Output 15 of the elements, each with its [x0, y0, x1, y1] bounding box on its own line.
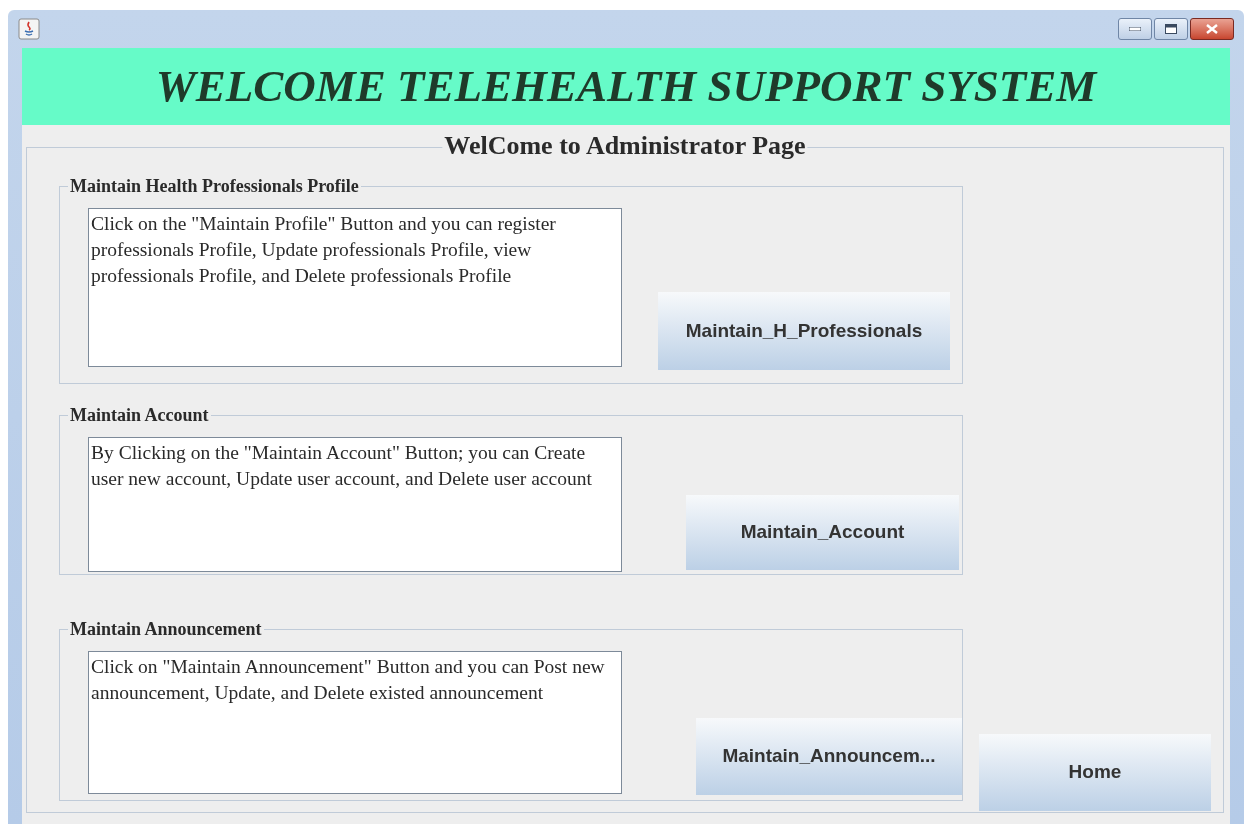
close-icon: [1206, 24, 1218, 34]
app-icon: [18, 18, 40, 40]
minimize-icon: [1129, 27, 1141, 31]
home-button[interactable]: Home: [979, 734, 1211, 811]
maintain-button[interactable]: Maintain_Announcem...: [696, 718, 962, 795]
minimize-button[interactable]: [1118, 18, 1152, 40]
close-button[interactable]: [1190, 18, 1234, 40]
maximize-button[interactable]: [1154, 18, 1188, 40]
maintain-button[interactable]: Maintain_Account: [686, 495, 959, 570]
description-area[interactable]: Click on "Maintain Announcement" Button and you can Post new announcement, Update, and Delete existed announcement: [88, 651, 622, 794]
description-area[interactable]: Click on the "Maintain Profile" Button and you can register professionals Profile, Update professionals Profile, view professionals Profile, and Delete professionals Profile: [88, 208, 622, 367]
maximize-icon: [1165, 24, 1177, 34]
banner-title: WELCOME TELEHEALTH SUPPORT SYSTEM: [22, 48, 1230, 125]
maintain-button[interactable]: Maintain_H_Professionals: [658, 292, 950, 370]
description-area[interactable]: By Clicking on the "Maintain Account" Button; you can Create user new account, Update user account, and Delete user account: [88, 437, 622, 572]
